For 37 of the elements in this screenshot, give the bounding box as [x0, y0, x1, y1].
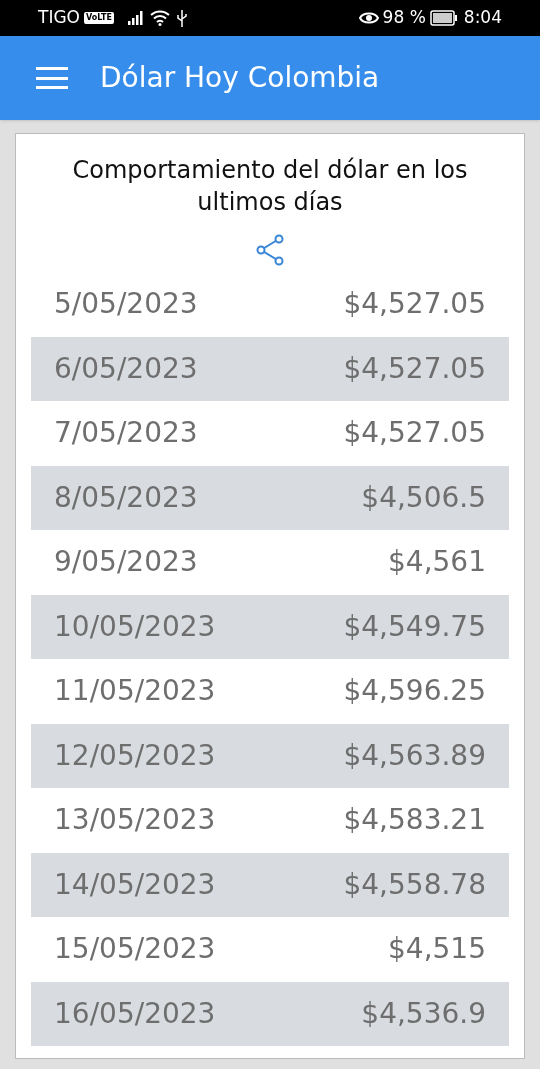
share-icon[interactable]: [255, 234, 285, 266]
date-text: 11/05/2023: [54, 673, 216, 710]
date-text: 7/05/2023: [54, 415, 198, 452]
signal-icon: [127, 11, 144, 25]
carrier-name: TIGO: [38, 6, 80, 30]
app-title: Dólar Hoy Colombia: [100, 60, 380, 96]
price-text: $4,558.78: [343, 866, 486, 903]
date-text: 16/05/2023: [54, 995, 216, 1032]
battery-icon: [429, 10, 458, 26]
price-text: $4,563.89: [343, 737, 486, 774]
date-text: 14/05/2023: [54, 866, 216, 903]
clock: 8:04: [463, 6, 502, 30]
price-text: $4,561: [388, 544, 486, 581]
wifi-icon: [149, 10, 170, 26]
price-text: $4,596.25: [343, 673, 486, 710]
date-text: 13/05/2023: [54, 802, 216, 839]
date-text: 10/05/2023: [54, 608, 216, 645]
battery-percent: 98 %: [382, 6, 426, 30]
price-text: $4,527.05: [343, 350, 486, 387]
date-text: 12/05/2023: [54, 737, 216, 774]
price-text: $4,527.05: [343, 415, 486, 452]
date-text: 15/05/2023: [54, 931, 216, 968]
price-text: $4,527.05: [343, 286, 486, 323]
card-title: Comportamiento del dólar en los ultimos días: [71, 155, 469, 218]
price-text: $4,583.21: [343, 802, 486, 839]
network-badge: VoLTE: [83, 12, 114, 24]
price-text: $4,506.5: [361, 479, 486, 516]
menu-icon[interactable]: [36, 67, 68, 89]
date-text: 5/05/2023: [54, 286, 198, 323]
date-text: 9/05/2023: [54, 544, 198, 581]
date-text: 8/05/2023: [54, 479, 198, 516]
date-text: 6/05/2023: [54, 350, 198, 387]
price-text: $4,536.9: [361, 995, 486, 1032]
price-text: $4,515: [388, 931, 486, 968]
usb-icon: [175, 9, 188, 27]
eye-icon: [358, 11, 379, 25]
price-text: $4,549.75: [343, 608, 486, 645]
